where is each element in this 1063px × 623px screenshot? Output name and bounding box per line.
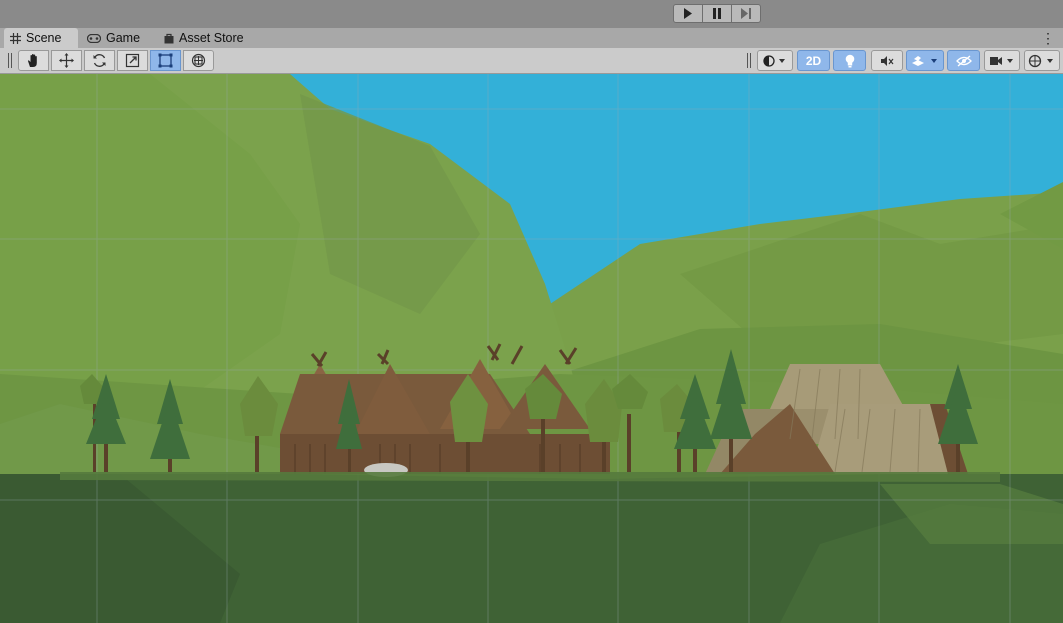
scene-lighting-button[interactable] [833, 50, 866, 71]
play-button[interactable] [673, 4, 703, 23]
toolbar-grip-right[interactable] [747, 53, 751, 68]
hand-icon [28, 54, 37, 67]
gizmos-dropdown[interactable] [1024, 50, 1060, 71]
rotate-tool-button[interactable] [84, 50, 115, 71]
tab-asset-store[interactable]: Asset Store [164, 28, 244, 48]
pause-button[interactable] [702, 4, 732, 23]
scene-toolbar: 2D [0, 48, 1063, 74]
pause-icon [713, 8, 721, 19]
gizmo-icon [1028, 54, 1053, 67]
scene-render [0, 74, 1063, 623]
toolbar-grip[interactable] [8, 53, 12, 68]
scene-viewport[interactable] [0, 74, 1063, 623]
tab-bar: Scene Game Asset Store ⋮ [0, 28, 1063, 48]
step-icon [740, 8, 751, 19]
rect-tool-button[interactable] [150, 50, 181, 71]
effects-dropdown[interactable] [906, 50, 944, 71]
shading-mode-icon [763, 54, 785, 67]
scale-tool-button[interactable] [117, 50, 148, 71]
effects-icon [912, 55, 937, 66]
transform-icon [191, 53, 206, 68]
scene-visibility-button[interactable] [947, 50, 980, 71]
camera-icon [990, 56, 1013, 65]
audio-toggle-button[interactable] [871, 50, 903, 71]
tab-label: Scene [26, 31, 62, 45]
mode-2d-button[interactable]: 2D [797, 50, 830, 71]
rotate-icon [93, 54, 106, 67]
step-button[interactable] [731, 4, 761, 23]
rect-icon [158, 53, 173, 68]
top-bar [0, 0, 1063, 28]
tab-scene[interactable]: Scene [4, 28, 78, 48]
hidden-eye-icon [955, 54, 972, 67]
bag-icon [164, 33, 174, 44]
audio-mute-icon [881, 55, 894, 66]
play-icon [684, 8, 692, 19]
scale-icon [125, 53, 140, 68]
move-icon [59, 53, 74, 68]
camera-dropdown[interactable] [984, 50, 1020, 71]
more-options-icon[interactable]: ⋮ [1041, 31, 1055, 45]
tab-label: Asset Store [179, 31, 244, 45]
grid-icon [10, 32, 21, 44]
hand-tool-button[interactable] [18, 50, 49, 71]
move-tool-button[interactable] [51, 50, 82, 71]
lightbulb-icon [845, 54, 854, 67]
gamepad-icon [87, 33, 101, 43]
tab-label: Game [106, 31, 141, 45]
playback-controls [673, 4, 761, 24]
transform-tool-button[interactable] [183, 50, 214, 71]
draw-mode-dropdown[interactable] [757, 50, 793, 71]
tab-game[interactable]: Game [87, 28, 140, 48]
mode-2d-label: 2D [805, 53, 822, 68]
